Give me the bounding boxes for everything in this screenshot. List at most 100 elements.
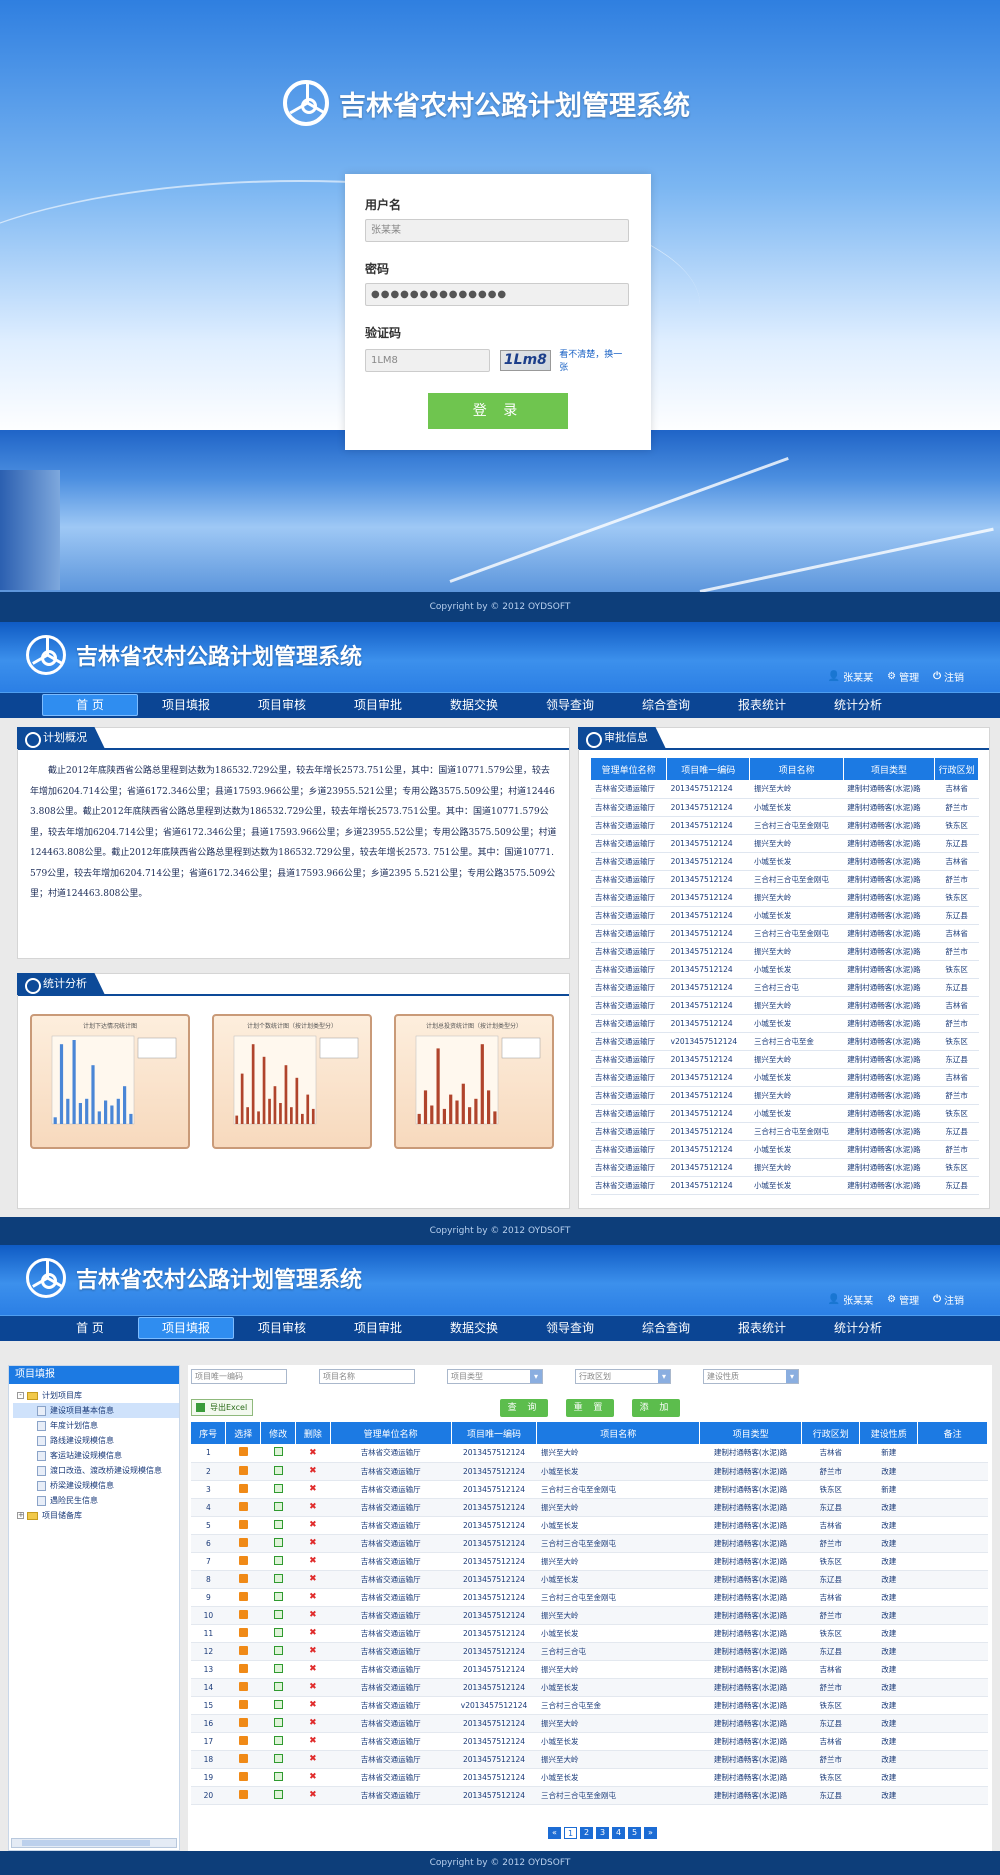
delete-cell[interactable]: ✖ bbox=[295, 1570, 331, 1589]
delete-icon[interactable]: ✖ bbox=[309, 1772, 317, 1782]
audit-row[interactable]: 吉林省交通运输厅 2013457512124 振兴至大岭 建制村通畅客(水泥)路 铁东区 bbox=[591, 888, 979, 907]
nav-item[interactable]: 统计分析 bbox=[810, 1316, 906, 1341]
audit-row[interactable]: 吉林省交通运输厅 2013457512124 振兴至大岭 建制村通畅客(水泥)路 东辽县 bbox=[591, 834, 979, 853]
username-field[interactable]: 张某某 bbox=[365, 219, 629, 242]
table-row[interactable]: 10 ✖ 吉林省交通运输厅 2013457512124 振兴至大岭 建制村通畅客(水泥)路… bbox=[191, 1606, 988, 1625]
edit-icon[interactable] bbox=[273, 1627, 283, 1637]
table-row[interactable]: 6 ✖ 吉林省交通运输厅 2013457512124 三合村三合屯至金刚屯 建制村通畅客(… bbox=[191, 1534, 988, 1553]
table-row[interactable]: 15 ✖ 吉林省交通运输厅 v2013457512124 三合村三合屯至金 建制村通畅客(… bbox=[191, 1696, 988, 1715]
select-icon[interactable] bbox=[238, 1501, 248, 1511]
nav-item[interactable]: 项目填报 bbox=[138, 1317, 234, 1339]
edit-icon[interactable] bbox=[273, 1681, 283, 1691]
col-header[interactable]: 建设性质 bbox=[859, 1422, 919, 1444]
col-header[interactable]: 项目唯一编码 bbox=[451, 1422, 538, 1444]
edit-icon[interactable] bbox=[273, 1447, 283, 1457]
delete-icon[interactable]: ✖ bbox=[309, 1646, 317, 1656]
delete-cell[interactable]: ✖ bbox=[295, 1714, 331, 1733]
nav-item[interactable]: 报表统计 bbox=[714, 1316, 810, 1341]
audit-row[interactable]: 吉林省交通运输厅 2013457512124 小城至长发 建制村通畅客(水泥)路 东辽县 bbox=[591, 1176, 979, 1195]
delete-icon[interactable]: ✖ bbox=[309, 1700, 317, 1710]
edit-cell[interactable] bbox=[260, 1516, 296, 1535]
col-header[interactable]: 删除 bbox=[295, 1422, 331, 1444]
stat-chart-card[interactable]: 计划总投资统计图（按计划类型分） bbox=[394, 1014, 554, 1149]
nav-item[interactable]: 项目审批 bbox=[330, 693, 426, 718]
edit-cell[interactable] bbox=[260, 1768, 296, 1787]
delete-cell[interactable]: ✖ bbox=[295, 1444, 331, 1463]
edit-icon[interactable] bbox=[273, 1645, 283, 1655]
delete-icon[interactable]: ✖ bbox=[309, 1574, 317, 1584]
nav-item[interactable]: 项目审批 bbox=[330, 1316, 426, 1341]
nav-item[interactable]: 统计分析 bbox=[810, 693, 906, 718]
select-cell[interactable] bbox=[225, 1642, 261, 1661]
login-button[interactable]: 登 录 bbox=[428, 393, 568, 429]
tree-item[interactable]: 建设项目基本信息 bbox=[13, 1403, 179, 1418]
filter-input[interactable]: 项目名称 bbox=[319, 1369, 415, 1384]
filter-select[interactable]: 行政区划 bbox=[575, 1369, 671, 1384]
table-row[interactable]: 16 ✖ 吉林省交通运输厅 2013457512124 振兴至大岭 建制村通畅客(水泥)路… bbox=[191, 1714, 988, 1733]
edit-cell[interactable] bbox=[260, 1660, 296, 1679]
select-cell[interactable] bbox=[225, 1678, 261, 1697]
nav-item[interactable]: 报表统计 bbox=[714, 693, 810, 718]
edit-cell[interactable] bbox=[260, 1570, 296, 1589]
edit-icon[interactable] bbox=[273, 1699, 283, 1709]
select-icon[interactable] bbox=[238, 1609, 248, 1619]
user-link[interactable]: 👤 张某某 bbox=[828, 669, 873, 684]
select-icon[interactable] bbox=[238, 1573, 248, 1583]
select-icon[interactable] bbox=[238, 1699, 248, 1709]
delete-icon[interactable]: ✖ bbox=[309, 1754, 317, 1764]
edit-icon[interactable] bbox=[273, 1483, 283, 1493]
delete-cell[interactable]: ✖ bbox=[295, 1750, 331, 1769]
edit-icon[interactable] bbox=[273, 1537, 283, 1547]
audit-row[interactable]: 吉林省交通运输厅 2013457512124 振兴至大岭 建制村通畅客(水泥)路 舒兰市 bbox=[591, 1086, 979, 1105]
stat-chart-card[interactable]: 计划下达情况统计图 bbox=[30, 1014, 190, 1149]
tree-item[interactable]: 桥梁建设规模信息 bbox=[13, 1478, 179, 1493]
tree-item[interactable]: + 项目储备库 bbox=[13, 1508, 179, 1523]
edit-icon[interactable] bbox=[273, 1519, 283, 1529]
select-icon[interactable] bbox=[238, 1483, 248, 1493]
audit-row[interactable]: 吉林省交通运输厅 2013457512124 小城至长发 建制村通畅客(水泥)路 吉林省 bbox=[591, 1068, 979, 1087]
filter-select[interactable]: 建设性质 bbox=[703, 1369, 799, 1384]
nav-item[interactable]: 领导查询 bbox=[522, 1316, 618, 1341]
edit-cell[interactable] bbox=[260, 1552, 296, 1571]
select-icon[interactable] bbox=[238, 1627, 248, 1637]
table-row[interactable]: 12 ✖ 吉林省交通运输厅 2013457512124 三合村三合屯 建制村通畅客(水泥)… bbox=[191, 1642, 988, 1661]
tree-item[interactable]: 年度计划信息 bbox=[13, 1418, 179, 1433]
select-icon[interactable] bbox=[238, 1537, 248, 1547]
select-icon[interactable] bbox=[238, 1645, 248, 1655]
captcha-image[interactable]: 1Lm8 bbox=[499, 349, 552, 371]
delete-cell[interactable]: ✖ bbox=[295, 1768, 331, 1787]
edit-icon[interactable] bbox=[273, 1591, 283, 1601]
audit-row[interactable]: 吉林省交通运输厅 2013457512124 三合村三合屯至金刚屯 建制村通畅客(水泥… bbox=[591, 816, 979, 835]
audit-row[interactable]: 吉林省交通运输厅 2013457512124 三合村三合屯至金刚屯 建制村通畅客(水泥… bbox=[591, 870, 979, 889]
tree-item[interactable]: - 计划项目库 bbox=[13, 1388, 179, 1403]
delete-cell[interactable]: ✖ bbox=[295, 1534, 331, 1553]
edit-cell[interactable] bbox=[260, 1786, 296, 1805]
table-row[interactable]: 1 ✖ 吉林省交通运输厅 2013457512124 振兴至大岭 建制村通畅客(水泥)路吉… bbox=[191, 1444, 988, 1463]
edit-icon[interactable] bbox=[273, 1555, 283, 1565]
delete-icon[interactable]: ✖ bbox=[309, 1628, 317, 1638]
nav-item[interactable]: 数据交换 bbox=[426, 1316, 522, 1341]
audit-row[interactable]: 吉林省交通运输厅 2013457512124 三合村三合屯至金刚屯 建制村通畅客(水泥… bbox=[591, 924, 979, 943]
audit-row[interactable]: 吉林省交通运输厅 2013457512124 振兴至大岭 建制村通畅客(水泥)路 舒兰市 bbox=[591, 942, 979, 961]
edit-cell[interactable] bbox=[260, 1534, 296, 1553]
delete-cell[interactable]: ✖ bbox=[295, 1462, 331, 1481]
audit-col-header[interactable]: 行政区划 bbox=[934, 758, 979, 780]
page-button[interactable]: 3 bbox=[596, 1827, 609, 1839]
edit-cell[interactable] bbox=[260, 1750, 296, 1769]
col-header[interactable]: 序号 bbox=[191, 1422, 227, 1444]
select-cell[interactable] bbox=[225, 1516, 261, 1535]
edit-cell[interactable] bbox=[260, 1462, 296, 1481]
edit-icon[interactable] bbox=[273, 1573, 283, 1583]
edit-icon[interactable] bbox=[273, 1717, 283, 1727]
tree-item[interactable]: 路线建设规模信息 bbox=[13, 1433, 179, 1448]
edit-icon[interactable] bbox=[273, 1735, 283, 1745]
table-row[interactable]: 3 ✖ 吉林省交通运输厅 2013457512124 三合村三合屯至金刚屯 建制村通畅客(… bbox=[191, 1480, 988, 1499]
edit-icon[interactable] bbox=[273, 1789, 283, 1799]
edit-cell[interactable] bbox=[260, 1714, 296, 1733]
query-button[interactable]: 查 询 bbox=[500, 1399, 548, 1417]
delete-icon[interactable]: ✖ bbox=[309, 1520, 317, 1530]
delete-cell[interactable]: ✖ bbox=[295, 1516, 331, 1535]
select-cell[interactable] bbox=[225, 1750, 261, 1769]
select-cell[interactable] bbox=[225, 1534, 261, 1553]
edit-cell[interactable] bbox=[260, 1732, 296, 1751]
